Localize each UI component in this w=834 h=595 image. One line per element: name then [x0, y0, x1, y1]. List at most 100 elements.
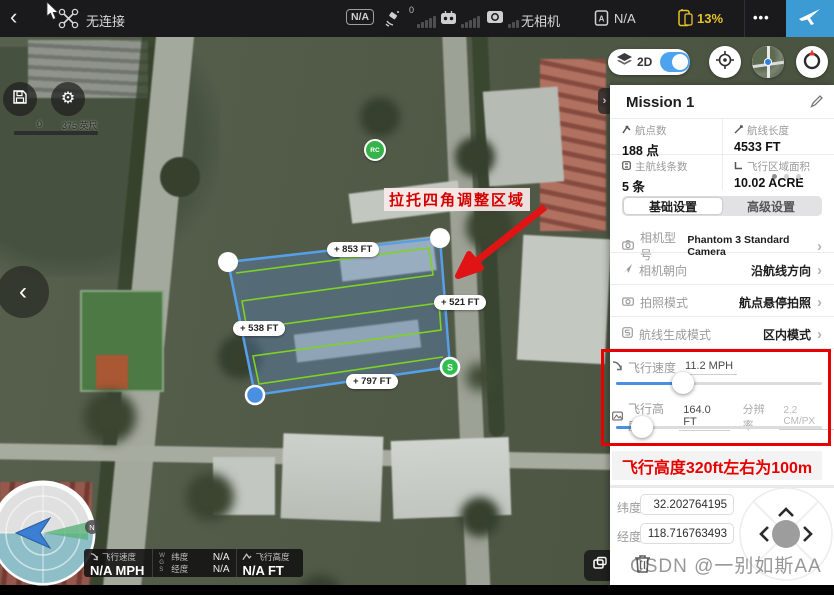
- telemetry-lat-label: 纬度: [171, 551, 188, 563]
- more-menu-button[interactable]: •••: [753, 10, 770, 25]
- telemetry-bar: 飞行速度 N/A MPH WGS 纬度 N/A 经度 N/A 飞行高度 N/A …: [84, 549, 303, 577]
- video-signal-bars: [508, 15, 519, 28]
- crosshair-icon: [715, 50, 735, 75]
- mission-title: Mission 1: [626, 94, 694, 111]
- scale-start-label: 0: [37, 119, 42, 129]
- gps-signal-bars: [417, 15, 436, 28]
- mainlines-icon: [622, 161, 631, 173]
- mode-toggle[interactable]: [660, 52, 690, 72]
- camera-status: 无相机: [521, 11, 560, 30]
- flight-speed-value[interactable]: 11.2 MPH: [681, 360, 737, 375]
- tab-basic-settings[interactable]: 基础设置: [624, 198, 722, 214]
- stat-mainlines: 主航线条数 5 条: [622, 159, 688, 195]
- map-mode-pill[interactable]: 2D: [608, 49, 690, 75]
- setting-photo-mode[interactable]: 拍照模式 航点悬停拍照 ›: [622, 293, 822, 311]
- telemetry-lng-value: N/A: [213, 564, 230, 575]
- route-mode-icon: [622, 325, 633, 343]
- edge-distance-right: + 521 FT: [434, 295, 486, 310]
- flight-altitude-icon: [612, 408, 623, 426]
- minimap-thumbnail: [752, 46, 784, 78]
- chevron-right-icon: ›: [817, 294, 822, 311]
- telemetry-speed-value: N/A MPH: [90, 563, 146, 578]
- tab-advanced-settings[interactable]: 高级设置: [722, 198, 820, 214]
- flight-speed-slider[interactable]: [616, 382, 822, 385]
- telemetry-speed-label: 飞行速度: [102, 551, 136, 563]
- corner-handle-bottomleft[interactable]: [246, 386, 264, 404]
- save-icon: [12, 89, 28, 110]
- setting-camera-model[interactable]: 相机型号 Phantom 3 Standard Camera ›: [622, 229, 822, 263]
- corner-handle-topright[interactable]: [430, 228, 450, 248]
- setting-camera-heading[interactable]: 相机朝向 沿航线方向 ›: [622, 261, 822, 279]
- wgs-label: WGS: [159, 553, 167, 575]
- flight-altitude-slider-knob[interactable]: [631, 416, 653, 438]
- edge-distance-top: + 853 FT: [327, 242, 379, 257]
- longitude-label: 经度: [617, 528, 641, 545]
- start-point-marker[interactable]: S: [441, 358, 459, 376]
- layers-icon: [617, 53, 632, 71]
- waypoint-icon: [622, 125, 631, 137]
- telemetry-alt-value: N/A FT: [242, 563, 297, 578]
- connection-status: 无连接: [86, 11, 125, 30]
- back-button[interactable]: ‹: [10, 4, 17, 30]
- chevron-right-icon: ›: [817, 326, 822, 343]
- stat-route-length: 航线长度 4533 FT: [734, 123, 789, 154]
- chevron-left-icon: ‹: [19, 280, 27, 304]
- hint-arrow-shaft: [478, 207, 545, 260]
- mission-settings-button[interactable]: ⚙: [51, 82, 85, 116]
- corner-handle-topleft[interactable]: [218, 252, 238, 272]
- longitude-field[interactable]: 118.716763493: [640, 523, 734, 544]
- edit-mission-icon[interactable]: [810, 95, 823, 113]
- flight-speed-row: 飞行速度 11.2 MPH: [612, 358, 737, 376]
- drag-corners-hint: 拉托四角调整区域: [384, 188, 530, 211]
- drone-icon: [58, 8, 79, 34]
- gps-count: 0: [409, 5, 414, 15]
- gear-icon: ⚙: [61, 91, 75, 107]
- sd-status: N/A: [614, 11, 636, 26]
- chevron-right-icon: ›: [817, 262, 822, 279]
- photo-icon: [622, 293, 634, 311]
- flight-speed-icon: [612, 358, 623, 376]
- compass-reset-button[interactable]: [796, 46, 828, 78]
- route-length-icon: [734, 125, 743, 137]
- battery-level: 13%: [697, 11, 723, 26]
- altitude-note: 飞行高度320ft左右为100m: [612, 451, 822, 480]
- watermark: CSDN @一别如斯AA: [630, 551, 822, 578]
- rc-signal-bars: [461, 15, 480, 28]
- remote-controller-icon: [440, 10, 457, 30]
- latitude-label: 纬度: [617, 499, 641, 516]
- takeoff-button[interactable]: [786, 0, 834, 37]
- area-icon: [734, 161, 743, 173]
- altitude-icon: [242, 552, 252, 563]
- airplane-icon: [798, 6, 822, 31]
- sd-card-icon: A: [594, 9, 611, 32]
- direction-icon: [622, 261, 633, 279]
- status-bar: ‹ 无连接 N/A 0 无相机 A N/A: [0, 0, 834, 37]
- scale-bar: [14, 131, 98, 135]
- svg-text:N: N: [89, 523, 94, 532]
- copy-icon: [592, 555, 608, 576]
- camera-icon: [622, 237, 634, 255]
- flight-speed-slider-knob[interactable]: [672, 372, 694, 394]
- stats-page-dots[interactable]: [772, 174, 801, 179]
- speed-icon: [90, 552, 99, 563]
- setting-route-generation-mode[interactable]: 航线生成模式 区内模式 ›: [622, 325, 822, 343]
- minimap-button[interactable]: [752, 46, 784, 78]
- locate-me-button[interactable]: [709, 46, 741, 78]
- telemetry-lng-label: 经度: [171, 563, 188, 575]
- compass-icon: [800, 48, 824, 77]
- telemetry-alt-label: 飞行高度: [255, 551, 289, 563]
- map-mode-label: 2D: [637, 55, 652, 69]
- edge-distance-bottom: + 797 FT: [346, 374, 398, 389]
- edge-distance-left: + 538 FT: [233, 321, 285, 336]
- svg-text:A: A: [599, 15, 605, 24]
- flight-mode-badge: N/A: [346, 9, 374, 25]
- latitude-field[interactable]: 32.202764195: [640, 494, 734, 515]
- satellite-icon: [383, 9, 403, 32]
- save-mission-button[interactable]: [3, 82, 37, 116]
- chevron-right-icon: ›: [817, 238, 822, 255]
- camera-signal-icon: [486, 10, 504, 29]
- settings-tabs: 基础设置 高级设置: [622, 196, 822, 216]
- nudge-center-button: [772, 520, 800, 548]
- svg-text:S: S: [447, 363, 453, 373]
- attitude-indicator: N: [0, 478, 100, 595]
